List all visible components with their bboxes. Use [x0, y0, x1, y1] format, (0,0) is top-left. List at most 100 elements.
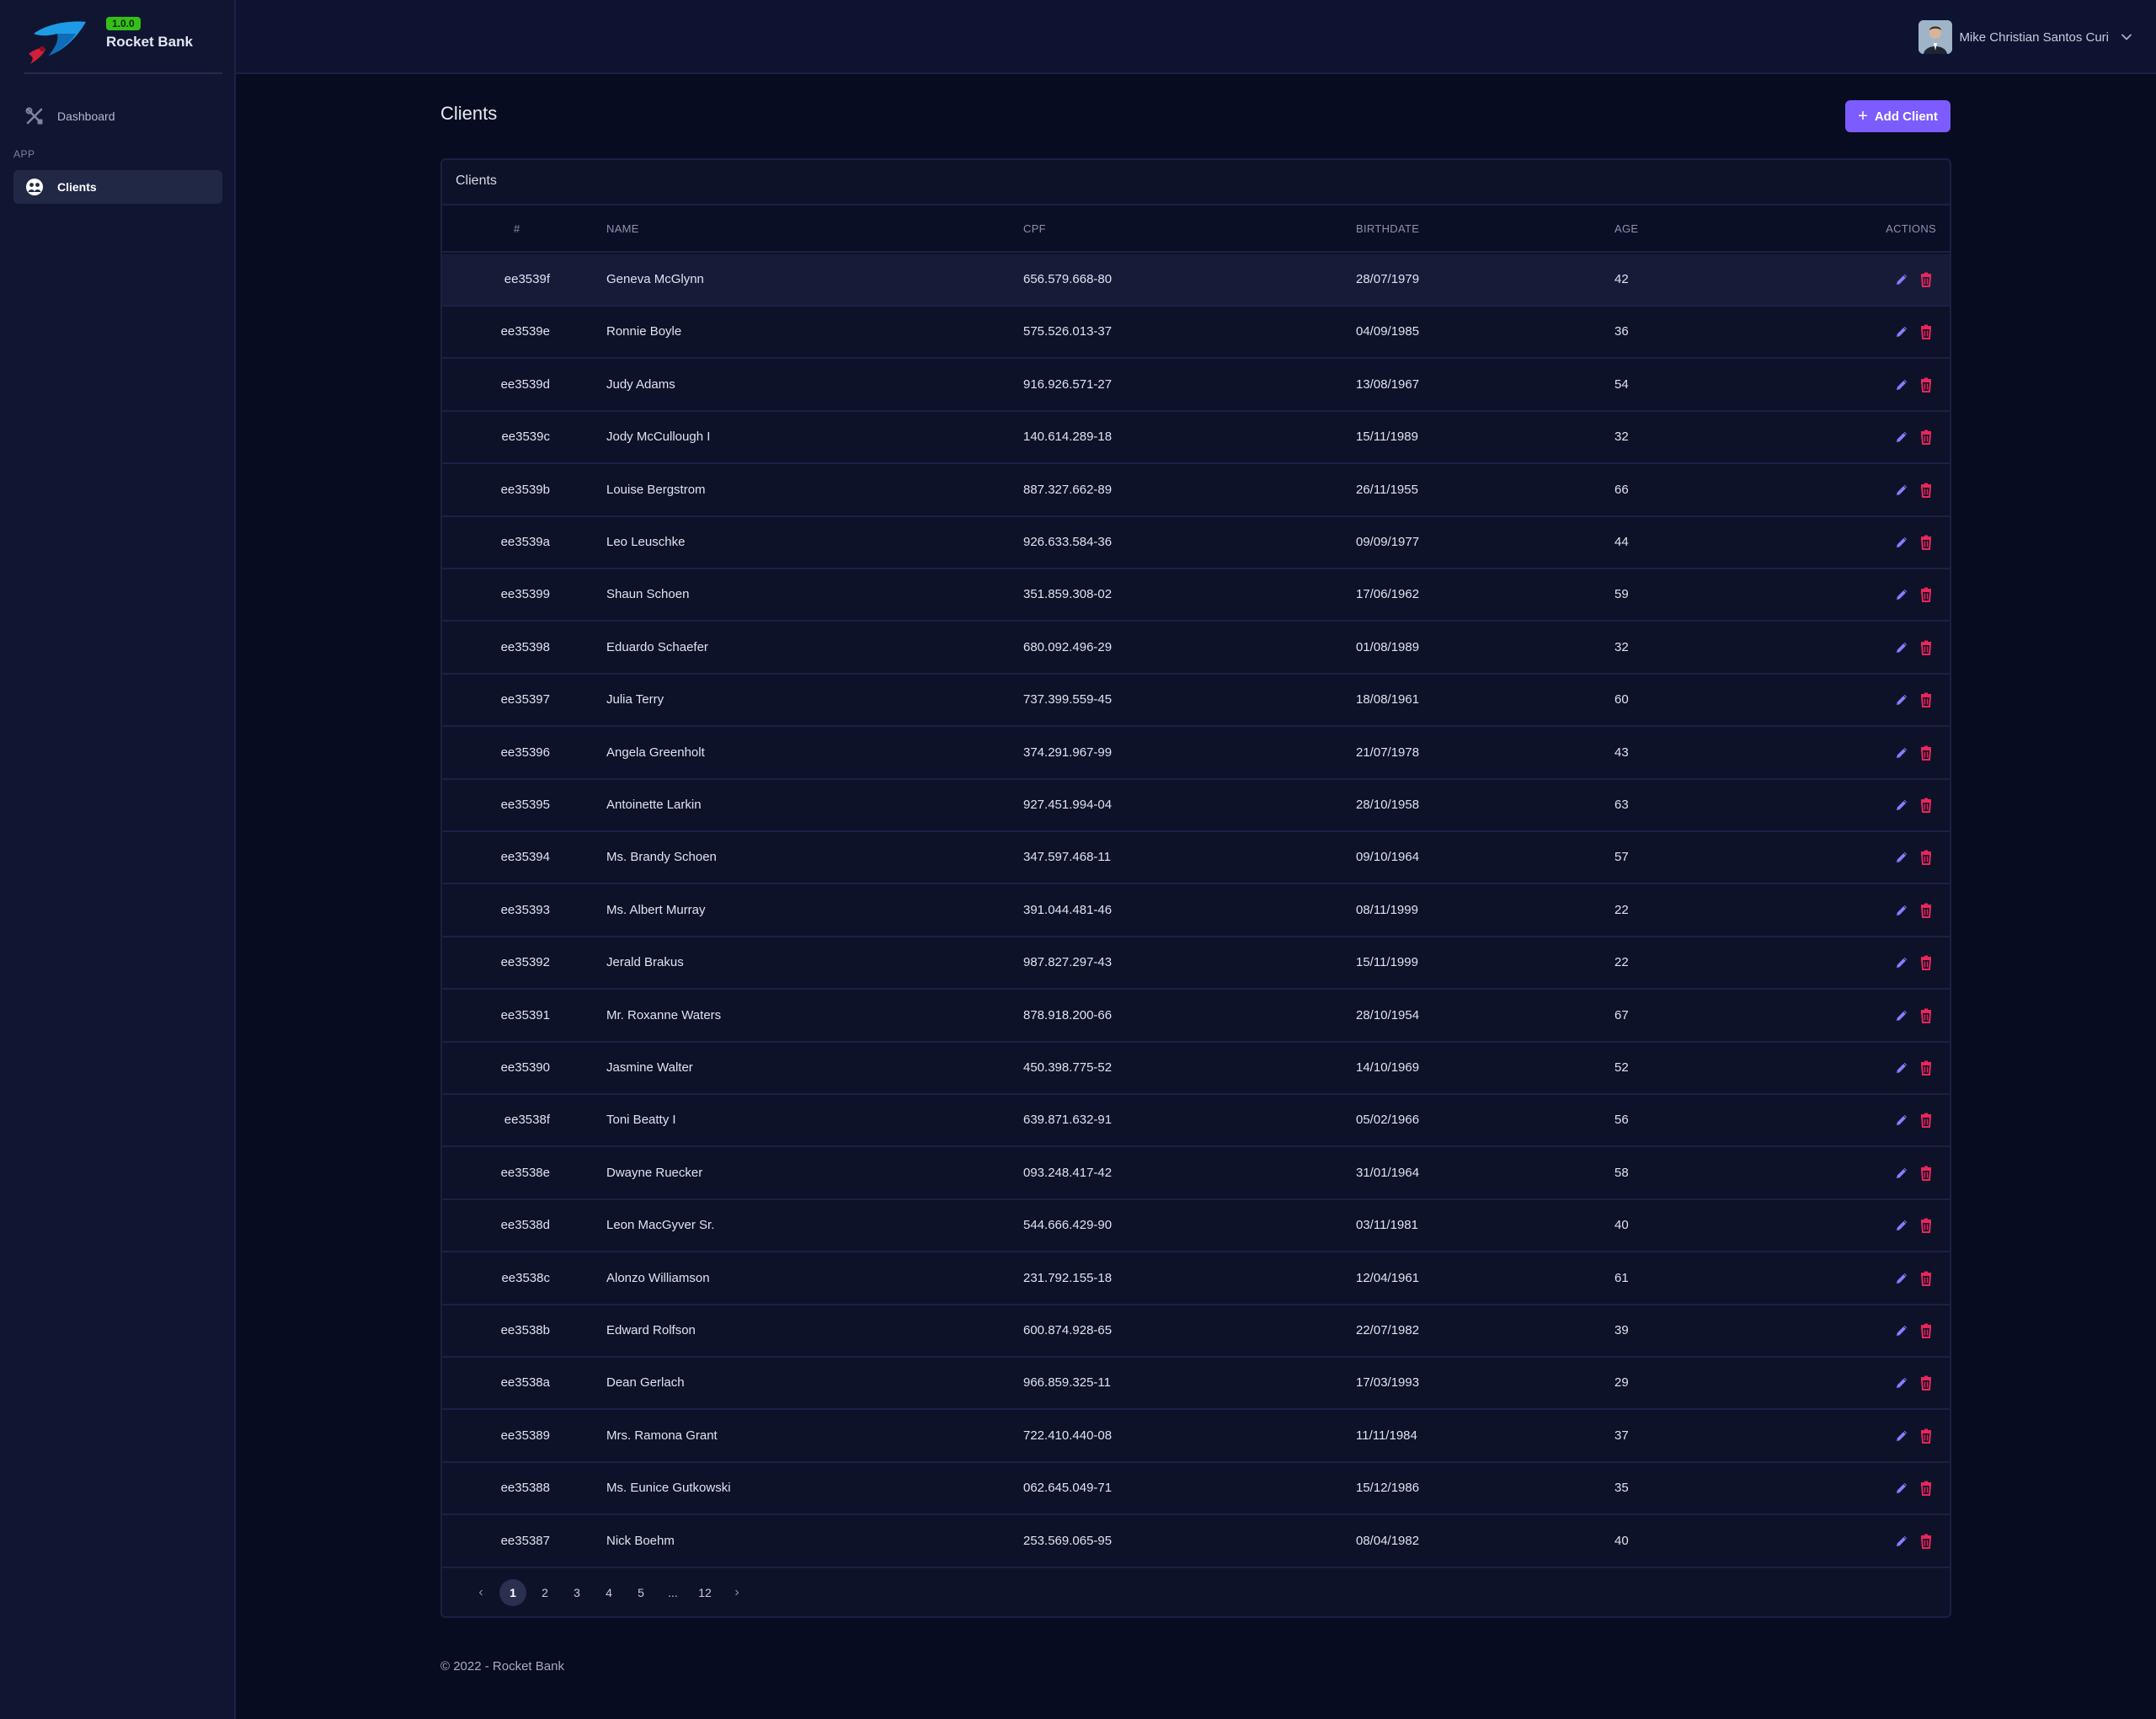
trash-icon[interactable]	[1917, 901, 1935, 920]
trash-icon[interactable]	[1917, 1269, 1935, 1288]
client-name: Edward Rolfson	[606, 1323, 696, 1337]
table-row: ee35391 Mr. Roxanne Waters 878.918.200-66 2…	[442, 990, 1950, 1043]
brand[interactable]: 1.0.0 Rocket Bank	[24, 12, 222, 74]
pencil-icon[interactable]	[1892, 1374, 1911, 1392]
avatar	[1919, 20, 1953, 54]
pencil-icon[interactable]	[1892, 691, 1911, 709]
pencil-icon[interactable]	[1892, 848, 1911, 867]
pencil-icon[interactable]	[1892, 1059, 1911, 1077]
add-client-button[interactable]: + Add Client	[1845, 100, 1951, 132]
trash-icon[interactable]	[1917, 481, 1935, 499]
client-id: ee3538f	[504, 1113, 550, 1128]
trash-icon[interactable]	[1917, 533, 1935, 552]
pencil-icon[interactable]	[1892, 796, 1911, 814]
trash-icon[interactable]	[1917, 270, 1935, 289]
trash-icon[interactable]	[1917, 323, 1935, 341]
trash-icon[interactable]	[1917, 848, 1935, 867]
client-id: ee3539c	[501, 430, 550, 445]
client-id: ee35389	[500, 1428, 550, 1443]
page-button-3[interactable]: 3	[563, 1579, 590, 1606]
page-button-5[interactable]: 5	[627, 1579, 654, 1606]
previous-page-button[interactable]: ‹	[467, 1579, 494, 1606]
sidebar-item-dashboard[interactable]: Dashboard	[13, 99, 222, 133]
pencil-icon[interactable]	[1892, 1216, 1911, 1235]
trash-icon[interactable]	[1917, 1164, 1935, 1182]
page-button-1[interactable]: 1	[499, 1579, 526, 1606]
client-id: ee35398	[500, 639, 550, 654]
user-menu[interactable]: Mike Christian Santos Curi	[1919, 20, 2132, 54]
client-name: Jasmine Walter	[606, 1060, 693, 1075]
pencil-icon[interactable]	[1892, 1164, 1911, 1182]
trash-icon[interactable]	[1917, 1111, 1935, 1129]
client-cpf: 722.410.440-08	[1023, 1428, 1113, 1443]
sidebar-item-clients[interactable]: Clients	[13, 170, 222, 204]
client-birthdate: 22/07/1982	[1356, 1323, 1420, 1337]
client-id: ee35391	[500, 1007, 550, 1022]
client-name: Mr. Roxanne Waters	[606, 1007, 722, 1022]
column-header-actions: ACTIONS	[1886, 222, 1936, 235]
pencil-icon[interactable]	[1892, 1479, 1911, 1497]
client-id: ee35399	[500, 587, 550, 602]
trash-icon[interactable]	[1917, 1216, 1935, 1235]
table-row: ee3538f Toni Beatty I 639.871.632-91 05/02/…	[442, 1095, 1950, 1148]
trash-icon[interactable]	[1917, 638, 1935, 657]
trash-icon[interactable]	[1917, 1532, 1935, 1551]
trash-icon[interactable]	[1917, 1374, 1935, 1392]
pencil-icon[interactable]	[1892, 323, 1911, 341]
rocket-logo-icon	[29, 21, 86, 64]
trash-icon[interactable]	[1917, 376, 1935, 394]
pencil-icon[interactable]	[1892, 1111, 1911, 1129]
pencil-icon[interactable]	[1892, 1321, 1911, 1340]
trash-icon[interactable]	[1917, 744, 1935, 762]
client-birthdate: 09/10/1964	[1356, 850, 1420, 865]
client-birthdate: 15/12/1986	[1356, 1481, 1420, 1496]
pencil-icon[interactable]	[1892, 585, 1911, 604]
client-id: ee35393	[500, 902, 550, 917]
pencil-icon[interactable]	[1892, 1269, 1911, 1288]
pencil-icon[interactable]	[1892, 1006, 1911, 1025]
pencil-icon[interactable]	[1892, 428, 1911, 446]
table-row: ee3539b Louise Bergstrom 887.327.662-89 26/…	[442, 465, 1950, 517]
trash-icon[interactable]	[1917, 1321, 1935, 1340]
client-age: 52	[1614, 1060, 1629, 1075]
trash-icon[interactable]	[1917, 953, 1935, 972]
page-button-12[interactable]: 12	[691, 1579, 718, 1606]
table-row: ee35397 Julia Terry 737.399.559-45 18/08/19…	[442, 675, 1950, 728]
client-age: 56	[1614, 1113, 1629, 1128]
pencil-icon[interactable]	[1892, 1427, 1911, 1445]
client-name: Eduardo Schaefer	[606, 639, 708, 654]
pencil-icon[interactable]	[1892, 270, 1911, 289]
pencil-icon[interactable]	[1892, 638, 1911, 657]
client-age: 57	[1614, 850, 1629, 865]
pencil-icon[interactable]	[1892, 953, 1911, 972]
pencil-icon[interactable]	[1892, 481, 1911, 499]
client-age: 37	[1614, 1428, 1629, 1443]
table-row: ee35398 Eduardo Schaefer 680.092.496-29 01/…	[442, 622, 1950, 675]
trash-icon[interactable]	[1917, 1059, 1935, 1077]
trash-icon[interactable]	[1917, 585, 1935, 604]
client-age: 60	[1614, 692, 1629, 707]
next-page-button[interactable]: ›	[723, 1579, 750, 1606]
pencil-icon[interactable]	[1892, 533, 1911, 552]
trash-icon[interactable]	[1917, 1479, 1935, 1497]
pencil-icon[interactable]	[1892, 744, 1911, 762]
page-button-4[interactable]: 4	[595, 1579, 622, 1606]
client-name: Ms. Eunice Gutkowski	[606, 1481, 731, 1496]
client-name: Louise Bergstrom	[606, 482, 706, 497]
trash-icon[interactable]	[1917, 1006, 1935, 1025]
pencil-icon[interactable]	[1892, 1532, 1911, 1551]
trash-icon[interactable]	[1917, 1427, 1935, 1445]
pencil-icon[interactable]	[1892, 376, 1911, 394]
page-button-2[interactable]: 2	[531, 1579, 558, 1606]
plus-icon: +	[1858, 107, 1868, 125]
client-age: 42	[1614, 272, 1629, 286]
client-name: Angela Greenholt	[606, 745, 705, 760]
trash-icon[interactable]	[1917, 796, 1935, 814]
client-cpf: 737.399.559-45	[1023, 692, 1113, 707]
client-id: ee3538e	[500, 1165, 550, 1180]
trash-icon[interactable]	[1917, 691, 1935, 709]
pencil-icon[interactable]	[1892, 901, 1911, 920]
client-name: Nick Boehm	[606, 1533, 675, 1548]
trash-icon[interactable]	[1917, 428, 1935, 446]
column-header-id: #	[514, 222, 520, 235]
